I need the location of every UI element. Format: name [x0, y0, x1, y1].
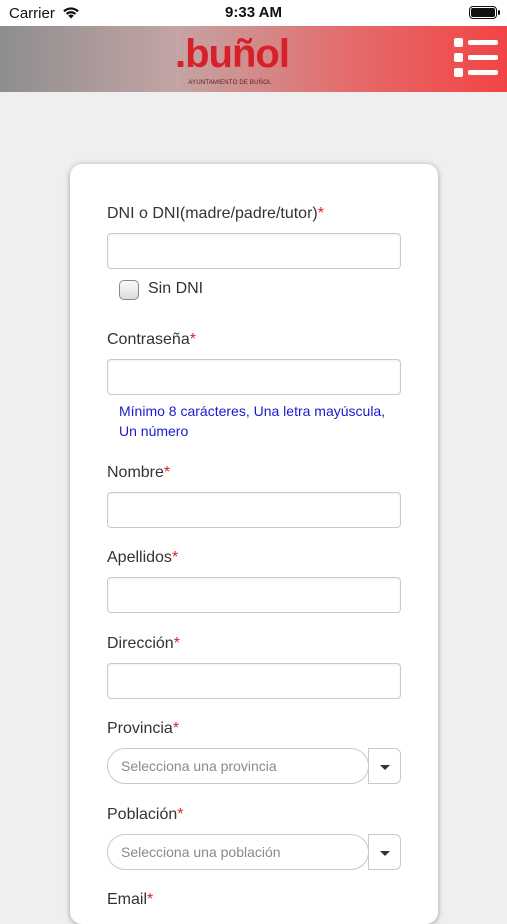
poblacion-select-field[interactable]: Selecciona una población — [107, 834, 369, 870]
poblacion-dropdown-button[interactable] — [368, 834, 401, 870]
registration-form-card: DNI o DNI(madre/padre/tutor)* Sin DNI Co… — [70, 164, 438, 924]
provincia-field: Provincia* Selecciona una provincia — [107, 719, 401, 784]
status-bar: Carrier 9:33 AM — [0, 0, 507, 26]
direccion-input[interactable] — [107, 663, 401, 699]
dni-label: DNI o DNI(madre/padre/tutor)* — [107, 205, 324, 222]
direccion-label: Dirección* — [107, 635, 180, 652]
clock: 9:33 AM — [225, 4, 282, 21]
poblacion-field: Población* Selecciona una población — [107, 805, 401, 870]
sin-dni-label: Sin DNI — [148, 280, 204, 297]
logo-subtitle: AYUNTAMIENTO DE BUÑOL — [188, 80, 272, 86]
chevron-down-icon — [380, 765, 390, 770]
dni-input[interactable] — [107, 233, 401, 269]
app-header: .buñol AYUNTAMIENTO DE BUÑOL — [0, 26, 507, 92]
logo[interactable]: .buñol AYUNTAMIENTO DE BUÑOL — [175, 32, 290, 90]
provincia-label: Provincia* — [107, 720, 180, 737]
dni-field: DNI o DNI(madre/padre/tutor)* — [107, 204, 401, 269]
provincia-select[interactable]: Selecciona una provincia — [107, 748, 401, 784]
provincia-dropdown-button[interactable] — [368, 748, 401, 784]
apellidos-input[interactable] — [107, 577, 401, 613]
nombre-input[interactable] — [107, 492, 401, 528]
apellidos-field: Apellidos* — [107, 548, 401, 613]
password-hint: Mínimo 8 carácteres, Una letra mayúscula… — [119, 403, 386, 439]
email-label: Email* — [107, 891, 154, 908]
chevron-down-icon — [380, 851, 390, 856]
sin-dni-checkbox[interactable] — [119, 280, 139, 300]
battery-icon — [469, 6, 500, 19]
menu-icon[interactable] — [454, 38, 498, 78]
poblacion-select[interactable]: Selecciona una población — [107, 834, 401, 870]
password-label: Contraseña* — [107, 331, 196, 348]
poblacion-label: Población* — [107, 806, 184, 823]
email-field: Email* — [107, 890, 401, 910]
logo-wordmark: .buñol — [175, 32, 290, 76]
apellidos-label: Apellidos* — [107, 549, 179, 566]
password-field: Contraseña* Mínimo 8 carácteres, Una let… — [107, 330, 401, 441]
direccion-field: Dirección* — [107, 634, 401, 699]
provincia-select-field[interactable]: Selecciona una provincia — [107, 748, 369, 784]
password-input[interactable] — [107, 359, 401, 395]
nombre-label: Nombre* — [107, 464, 171, 481]
nombre-field: Nombre* — [107, 463, 401, 528]
